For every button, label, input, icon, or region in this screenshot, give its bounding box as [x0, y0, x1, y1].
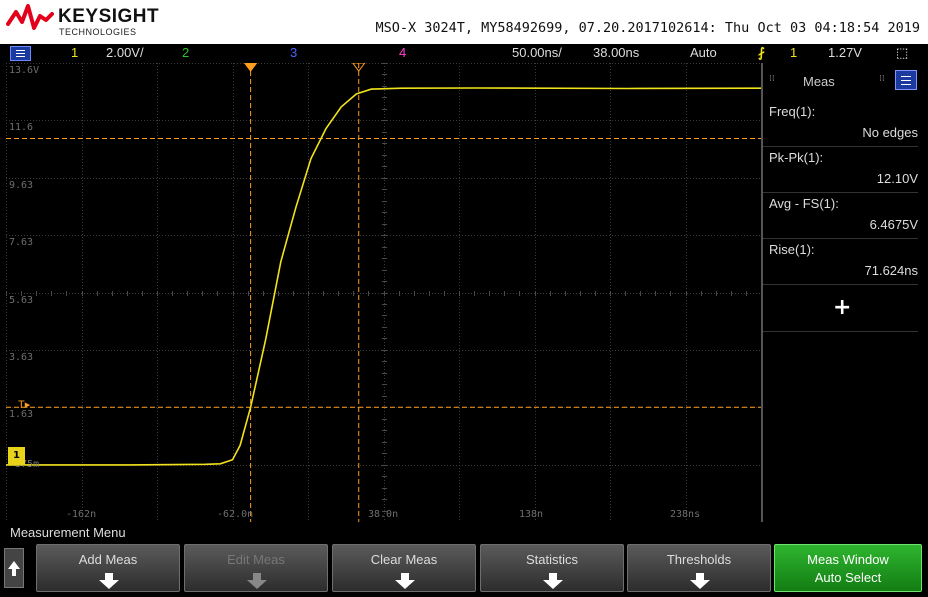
- down-arrow-icon: [247, 573, 267, 589]
- y-axis-label: 9.63: [9, 180, 34, 191]
- channel3-number[interactable]: 3: [290, 45, 297, 60]
- brand-name: KEYSIGHT: [58, 6, 160, 27]
- timebase-scale[interactable]: 50.00ns/: [512, 45, 562, 60]
- down-arrow-icon: [395, 573, 415, 589]
- meas-value: 71.624ns: [864, 263, 919, 278]
- waveform-display[interactable]: 13.6V11.69.637.635.633.631.63-375m -162n…: [6, 63, 761, 522]
- softkey-sublabel: Auto Select: [814, 570, 882, 585]
- meas-label-text: Rise(1):: [769, 242, 815, 257]
- status-bar: 1 2.00V/ 2 3 4 50.00ns/ 38.00ns Auto ⨏ 1…: [0, 44, 928, 63]
- meas-label: Avg - FS(1):: [769, 196, 839, 211]
- instrument-info: MSO-X 3024T, MY58492699, 07.20.201710261…: [375, 20, 920, 36]
- meas-value: No edges: [862, 125, 918, 140]
- down-arrow-icon: [99, 573, 119, 589]
- trigger-marker-text: T: [18, 399, 25, 411]
- y-axis-label: 11.6: [9, 122, 34, 133]
- header: KEYSIGHT TECHNOLOGIES MSO-X 3024T, MY584…: [0, 0, 928, 44]
- meas-label: Pk-Pk(1):: [769, 150, 823, 165]
- trigger-mode[interactable]: Auto: [690, 45, 717, 60]
- x-axis-label: 238ns: [670, 509, 701, 520]
- y-axis-label: 3.63: [9, 352, 34, 363]
- x-axis-label: 138n: [519, 509, 544, 520]
- trigger-source[interactable]: 1: [790, 45, 797, 60]
- thresholds-button[interactable]: Thresholds: [627, 544, 771, 592]
- meas-label: Freq(1):: [769, 104, 815, 119]
- trigger-level-marker[interactable]: T▸: [18, 398, 30, 411]
- y-axis-label: 13.6V: [9, 65, 40, 76]
- edit-meas-button[interactable]: Edit Meas: [184, 544, 328, 592]
- x-axis-label: 38.0n: [368, 509, 399, 520]
- channel1-scale[interactable]: 2.00V/: [106, 45, 144, 60]
- softkey-label: Edit Meas: [227, 552, 285, 567]
- meas-menu-button[interactable]: [895, 70, 917, 90]
- meas-label-text: Freq(1):: [769, 104, 816, 119]
- add-measurement-icon[interactable]: +: [833, 295, 851, 320]
- channel1-number[interactable]: 1: [71, 45, 78, 60]
- softkey-menu-title: Measurement Menu: [0, 522, 928, 542]
- measurement-panel: ⁞⁞ Meas ⁞⁞ Freq(1): No edges Pk-Pk(1): 1…: [761, 63, 928, 522]
- channel2-number[interactable]: 2: [182, 45, 189, 60]
- softkey-label: Thresholds: [666, 552, 732, 567]
- channel1-ground-marker[interactable]: 1: [8, 447, 25, 465]
- drag-handle-icon[interactable]: ⁞⁞: [879, 74, 885, 84]
- statistics-button[interactable]: Statistics: [480, 544, 624, 592]
- meas-item-rise[interactable]: Rise(1): 71.624ns: [763, 239, 918, 285]
- meas-panel-title: Meas: [803, 74, 835, 89]
- back-button[interactable]: [4, 548, 24, 588]
- softkey-bar: Add Meas Edit Meas Clear Meas Statistics…: [0, 542, 928, 597]
- softkey-label: Statistics: [525, 552, 578, 567]
- waveform-svg: [6, 63, 761, 522]
- trigger-level[interactable]: 1.27V: [828, 45, 862, 60]
- keysight-wave-icon: [6, 4, 54, 30]
- drag-handle-icon[interactable]: ⁞⁞: [769, 74, 775, 84]
- x-axis-label: -162n: [66, 509, 97, 520]
- cursor-marker-icon: [243, 63, 258, 72]
- main-menu-button[interactable]: [10, 46, 31, 61]
- keysight-logo: KEYSIGHT TECHNOLOGIES: [6, 4, 160, 37]
- zoom-icon[interactable]: ⬚: [896, 45, 908, 61]
- down-arrow-icon: [543, 573, 563, 589]
- meas-value: 12.10V: [876, 171, 918, 186]
- trigger-edge-icon: ⨏: [758, 45, 765, 60]
- brand-subtitle: TECHNOLOGIES: [59, 27, 137, 37]
- channel1-trace: [6, 87, 761, 466]
- meas-window-button[interactable]: Meas Window Auto Select: [774, 544, 922, 592]
- divider: [763, 331, 918, 332]
- meas-label-text: Avg - FS(1):: [769, 196, 839, 211]
- horizontal-delay[interactable]: 38.00ns: [593, 45, 639, 60]
- meas-panel-header: ⁞⁞ Meas ⁞⁞: [763, 68, 928, 94]
- x-axis-label: -62.0n: [217, 509, 254, 520]
- up-arrow-icon: [8, 561, 20, 576]
- meas-value: 6.4675V: [869, 217, 918, 232]
- softkey-label: Clear Meas: [370, 552, 438, 567]
- softkey-label: Add Meas: [78, 552, 138, 567]
- y-axis-label: 7.63: [9, 237, 34, 248]
- clear-meas-button[interactable]: Clear Meas: [332, 544, 476, 592]
- softkey-label: Meas Window: [807, 552, 889, 567]
- add-meas-button[interactable]: Add Meas: [36, 544, 180, 592]
- graticule: [6, 63, 761, 522]
- meas-label-text: Pk-Pk(1):: [769, 150, 824, 165]
- meas-label: Rise(1):: [769, 242, 815, 257]
- y-axis-label: 5.63: [9, 295, 34, 306]
- channel4-number[interactable]: 4: [399, 45, 406, 60]
- meas-item-pkpk[interactable]: Pk-Pk(1): 12.10V: [763, 147, 918, 193]
- meas-item-freq[interactable]: Freq(1): No edges: [763, 101, 918, 147]
- meas-item-avg[interactable]: Avg - FS(1): 6.4675V: [763, 193, 918, 239]
- down-arrow-icon: [690, 573, 710, 589]
